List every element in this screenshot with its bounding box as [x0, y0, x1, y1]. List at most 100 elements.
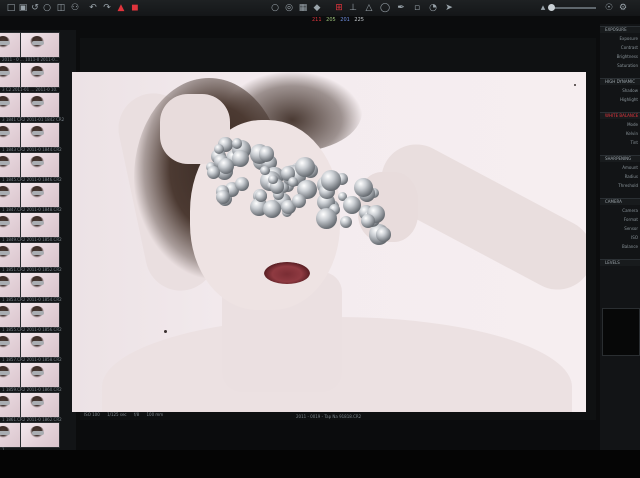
inspector-section-header[interactable]: WHITE BALANCE: [600, 112, 640, 119]
filmstrip-thumbnail[interactable]: [20, 302, 60, 328]
thumbnail-mask: [0, 251, 10, 255]
cursor-icon[interactable]: ➤: [444, 3, 454, 13]
zoom-icon[interactable]: ◎: [284, 3, 294, 13]
filmstrip-row[interactable]: 1 1861.CR2 2011-0 1862.CR2: [0, 390, 76, 422]
straighten-icon[interactable]: ⊥: [348, 3, 358, 13]
filmstrip-thumbnail[interactable]: [20, 92, 60, 118]
gradient-icon[interactable]: ◔: [428, 3, 438, 13]
thumbnail-mask: [32, 161, 44, 165]
inspector-property-label: Balance: [622, 244, 638, 249]
thumbnail-mask: [0, 281, 10, 285]
filmstrip-thumbnail[interactable]: [20, 332, 60, 358]
crop-icon[interactable]: ⊞: [334, 3, 344, 13]
eraser-icon[interactable]: ▫: [412, 3, 422, 13]
brush-icon[interactable]: ✒: [396, 3, 406, 13]
thumbnail-mask: [0, 401, 10, 405]
thumbnail-mask: [32, 71, 44, 75]
settings-icon[interactable]: ⚙: [618, 3, 628, 13]
shutter-value: 1/125 sec: [107, 412, 127, 417]
filmstrip-thumbnail[interactable]: [20, 122, 60, 148]
inspector-section-header[interactable]: HIGH DYNAMIC: [600, 78, 640, 85]
pan-icon[interactable]: ○: [270, 3, 280, 13]
redo-icon[interactable]: ○: [42, 3, 52, 13]
filmstrip-thumbnail[interactable]: [20, 62, 60, 88]
filmstrip-row[interactable]: 1 1843 CR2 2011-0 1844.CR2: [0, 120, 76, 152]
thumbnail-mask: [32, 41, 44, 45]
bead: [291, 194, 306, 209]
warning-icon[interactable]: ▲: [116, 3, 126, 13]
undo-icon[interactable]: ↺: [30, 3, 40, 13]
rotate-right-icon[interactable]: ↷: [102, 3, 112, 13]
filmstrip-thumbnail[interactable]: [20, 152, 60, 178]
filmstrip-thumbnail[interactable]: [20, 212, 60, 238]
filmstrip-row[interactable]: 1 1859.CR2 2011-0 1860.CR2: [0, 360, 76, 392]
filmstrip-row[interactable]: 1 1855.CR2 2011-0 1856.CR2: [0, 300, 76, 332]
thumbnail-mask: [32, 311, 44, 315]
filmstrip-thumbnail[interactable]: [20, 422, 60, 448]
inspector-section-header[interactable]: CAMERA: [600, 198, 640, 205]
bead: [235, 176, 249, 191]
photo-bead-mask: [194, 114, 404, 245]
capture-icon[interactable]: ▣: [18, 3, 28, 13]
capture-info: ISO 100 1/125 sec f/8 100 mm: [84, 412, 169, 417]
import-icon[interactable]: □: [6, 3, 16, 13]
readout-extra: 225: [354, 17, 364, 23]
inspector-property-label: Kelvin: [625, 131, 638, 136]
levels-histogram[interactable]: [602, 308, 640, 356]
thumbnail-mask: [0, 221, 10, 225]
bead: [231, 137, 243, 149]
spot-icon[interactable]: ◯: [380, 3, 390, 13]
filmstrip-thumbnail[interactable]: [20, 182, 60, 208]
zoom-slider-track[interactable]: [552, 7, 596, 9]
filmstrip-thumbnail[interactable]: [20, 392, 60, 418]
viewer-footer: ISO 100 1/125 sec f/8 100 mm 2011 - 0019…: [80, 412, 596, 420]
filmstrip-row[interactable]: 2011 - 0 ... 1011-0 2011-0...: [0, 30, 76, 62]
readout-b: 201: [340, 17, 350, 23]
readout-g: 205: [326, 17, 336, 23]
bead: [339, 216, 353, 229]
reset-icon[interactable]: ◼: [130, 3, 140, 13]
zoom-out-icon[interactable]: ▴: [538, 3, 548, 13]
filmstrip-row[interactable]: 3 1841 CR2 2011-01 1842 CR2: [0, 90, 76, 122]
rotate-left-icon[interactable]: ↶: [88, 3, 98, 13]
loupe-icon[interactable]: ☉: [604, 3, 614, 13]
filmstrip-row[interactable]: 3 C2 2011-01 ... 2011-0 10.: [0, 60, 76, 92]
zoom-slider-thumb[interactable]: [548, 4, 555, 11]
iso-value: ISO 100: [84, 412, 100, 417]
filmstrip-row[interactable]: 1: [0, 420, 76, 450]
bead: [232, 149, 250, 167]
thumbnail-mask: [0, 311, 10, 315]
inspector-property-label: Highlight: [619, 97, 638, 102]
picker-icon[interactable]: ◆: [312, 3, 322, 13]
inspector-section-header[interactable]: EXPOSURE: [600, 26, 640, 33]
tethered-icon[interactable]: ◫: [56, 3, 66, 13]
inspector-section-header[interactable]: LEVELS: [600, 259, 640, 266]
filmstrip-thumbnail[interactable]: [20, 242, 60, 268]
bead: [316, 208, 338, 230]
filmstrip-row[interactable]: 1 1857.CR2 2011-0 1858.CR2: [0, 330, 76, 362]
thumbnail-mask: [32, 281, 44, 285]
filmstrip[interactable]: 2011 - 0 ... 1011-0 2011-0... 3 C2 2011-0…: [0, 30, 76, 450]
inspector-property-label: Sensor: [624, 226, 638, 231]
inspector-section-header[interactable]: SHARPENING: [600, 155, 640, 162]
thumbnail-mask: [0, 131, 10, 135]
thumbnail-mask: [32, 251, 44, 255]
process-icon[interactable]: ⚇: [70, 3, 80, 13]
filmstrip-thumbnail[interactable]: [20, 32, 60, 58]
filmstrip-row[interactable]: 1 1847.CR2 2011-0 1848.CR2: [0, 180, 76, 212]
filmstrip-thumbnail[interactable]: [20, 362, 60, 388]
thumbnail-mask: [32, 131, 44, 135]
main-photo[interactable]: [72, 72, 586, 412]
filmstrip-row[interactable]: 1 1845.CR2 2011-0 1846.CR2: [0, 150, 76, 182]
thumbnail-mask: [32, 371, 44, 375]
keystone-icon[interactable]: △: [364, 3, 374, 13]
photo-dust-spot: [574, 84, 576, 86]
filmstrip-row[interactable]: 1 1851.CR2 2011-0 1852.CR2: [0, 240, 76, 272]
inspector-property-label: Tint: [630, 140, 638, 145]
thumbnail-mask: [0, 371, 10, 375]
inspector-property-label: Exposure: [619, 36, 638, 41]
grid-icon[interactable]: ▦: [298, 3, 308, 13]
filmstrip-row[interactable]: 1 1853.CR2 2011-0 1854.CR2: [0, 270, 76, 302]
filmstrip-row[interactable]: 1 1849.CR2 2011-0 1850.CR2: [0, 210, 76, 242]
filmstrip-thumbnail[interactable]: [20, 272, 60, 298]
